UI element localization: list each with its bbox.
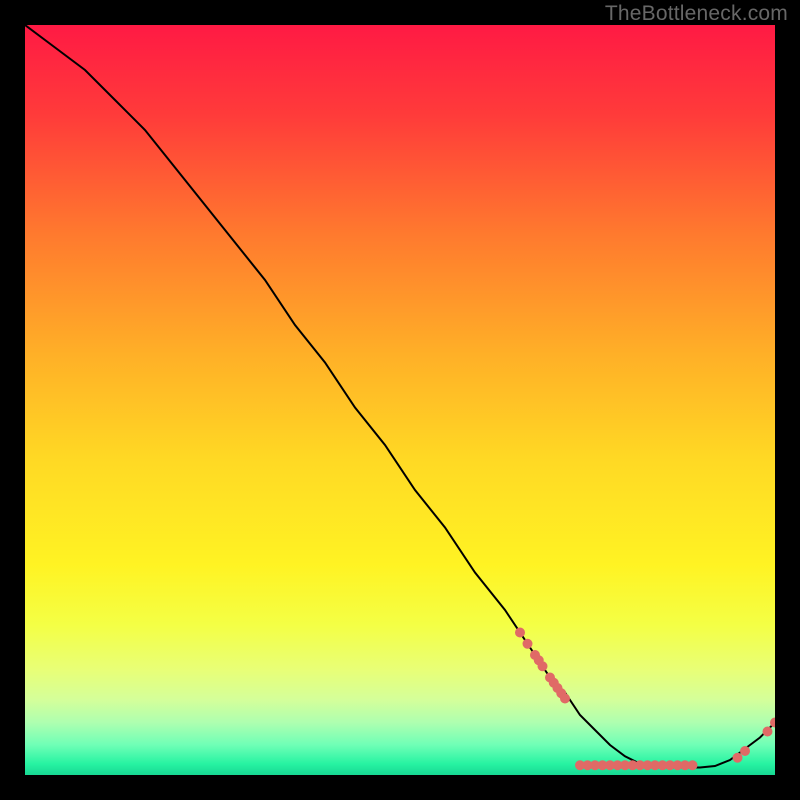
data-point [733, 753, 743, 763]
gradient-background [25, 25, 775, 775]
data-point [523, 639, 533, 649]
data-point [515, 628, 525, 638]
data-point [740, 746, 750, 756]
data-point [763, 727, 773, 737]
plot-area [25, 25, 775, 775]
data-point [688, 760, 698, 770]
watermark-text: TheBottleneck.com [605, 2, 788, 26]
data-point [560, 694, 570, 704]
data-point [538, 661, 548, 671]
chart-svg [25, 25, 775, 775]
chart-frame: TheBottleneck.com [0, 0, 800, 800]
